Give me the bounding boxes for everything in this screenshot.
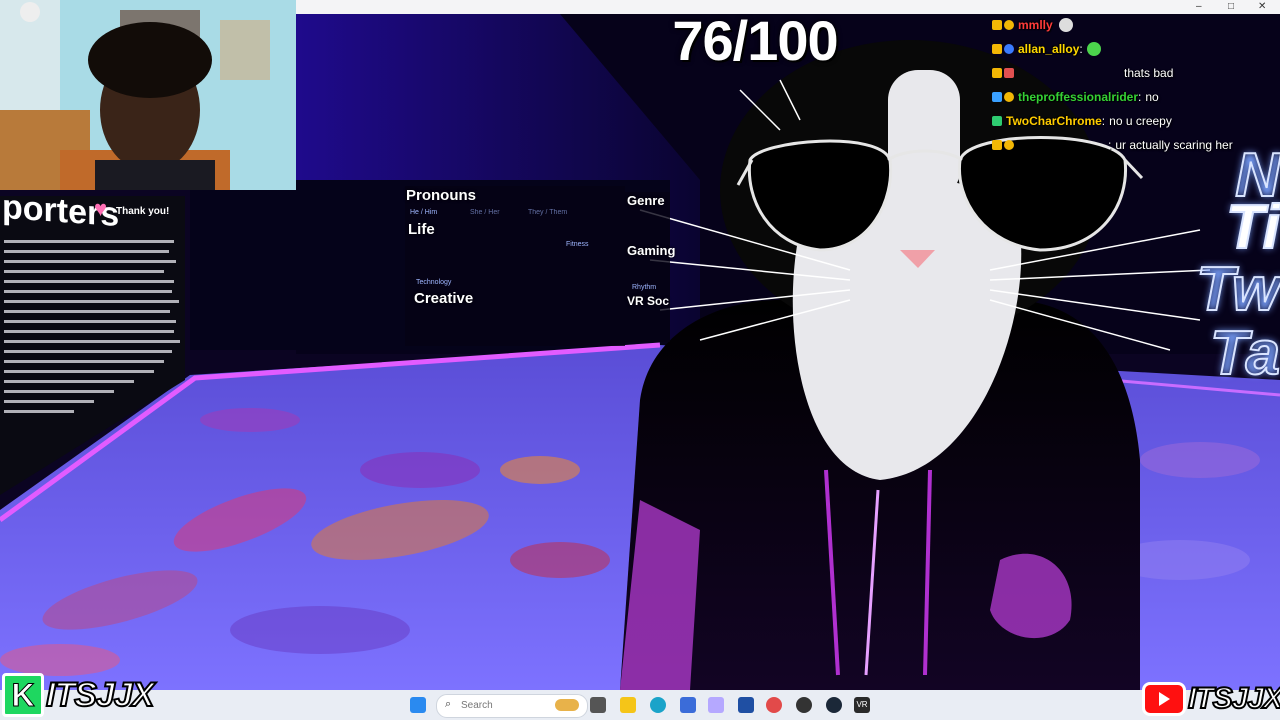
supporters-thank-you: Thank you! <box>116 206 170 217</box>
file-explorer-icon[interactable] <box>620 697 636 713</box>
pronoun-tag: He / Him <box>410 209 438 216</box>
maximize-button[interactable]: □ <box>1228 0 1234 14</box>
channel-name-left: ITSJJX <box>45 675 155 715</box>
gaming-heading: Gaming <box>627 243 676 258</box>
chat-username: allan_alloy <box>1018 42 1080 56</box>
taskbar-search[interactable]: ⌕ Search <box>436 694 588 718</box>
channel-name-right: ITSJJX <box>1187 681 1280 716</box>
chat-text: no u creepy <box>1109 114 1172 128</box>
close-button[interactable]: ✕ <box>1258 0 1266 14</box>
ghost-emote-icon <box>1058 18 1073 32</box>
start-menu-icon[interactable] <box>410 697 426 713</box>
chat-username: theproffessionalrider <box>1018 90 1139 104</box>
chat-badge-icon <box>1004 140 1014 150</box>
channel-logo-left: K ITSJJX <box>2 673 155 717</box>
webcam-overlay <box>0 0 296 190</box>
chat-badge-icon <box>992 20 1002 30</box>
vr-app-icon[interactable]: VR <box>854 697 870 713</box>
chat-message: allan_alloy: <box>992 38 1101 60</box>
chat-badge-icon <box>992 140 1002 150</box>
life-tag: Fitness <box>566 241 589 248</box>
neon-sign-line: Tw <box>1195 254 1280 325</box>
life-heading: Life <box>408 221 435 238</box>
chat-message: thats bad <box>992 62 1173 84</box>
chat-badge-icon <box>1004 92 1014 102</box>
frog-emote-icon <box>1086 42 1101 56</box>
kick-logo-icon: K <box>2 673 44 717</box>
search-icon: ⌕ <box>445 698 452 710</box>
chat-badge-icon <box>1004 68 1014 78</box>
app-icon[interactable] <box>708 697 724 713</box>
store-icon[interactable] <box>738 697 754 713</box>
minimize-button[interactable]: – <box>1196 0 1202 14</box>
chat-badge-icon <box>992 116 1002 126</box>
chat-badge-icon <box>992 68 1002 78</box>
chat-text: no <box>1145 90 1159 104</box>
neon-sign-line: Ta <box>1209 318 1280 389</box>
youtube-logo-icon <box>1142 682 1186 716</box>
chat-badge-icon <box>1004 44 1014 54</box>
chat-text: thats bad <box>1124 66 1174 80</box>
genre-heading: Genre <box>627 193 665 208</box>
chat-text: ur actually scaring her <box>1115 138 1233 152</box>
chat-username: TwoCharChrome <box>1006 114 1102 128</box>
chat-badge-icon <box>992 44 1002 54</box>
life-tag: Technology <box>416 279 452 286</box>
neon-sign-line: Ti <box>1225 192 1280 263</box>
task-view-icon[interactable] <box>590 697 606 713</box>
chat-message: mmlly <box>992 14 1073 36</box>
channel-logo-right: ITSJJX <box>1142 680 1280 718</box>
webcam-feed <box>0 0 296 190</box>
vr-social-heading: VR Soc <box>627 294 670 308</box>
app-icon[interactable] <box>680 697 696 713</box>
search-placeholder: Search <box>461 700 493 711</box>
chat-message: : ur actually scaring her <box>992 134 1233 156</box>
search-highlight-icon <box>555 699 579 711</box>
chrome-icon[interactable] <box>766 697 782 713</box>
creative-heading: Creative <box>414 290 474 307</box>
chat-badge-icon <box>992 92 1002 102</box>
heart-icon: ♥ <box>94 196 108 221</box>
pronoun-tag: She / Her <box>470 209 500 216</box>
chat-badge-icon <box>1004 20 1014 30</box>
chat-username: mmlly <box>1018 18 1053 32</box>
score-counter: 76/100 <box>672 9 838 72</box>
chat-message: theproffessionalrider: no <box>992 86 1159 108</box>
steam-icon[interactable] <box>826 697 842 713</box>
windows-taskbar <box>0 690 1280 720</box>
chat-message: TwoCharChrome: no u creepy <box>992 110 1172 132</box>
edge-browser-icon[interactable] <box>650 697 666 713</box>
obs-icon[interactable] <box>796 697 812 713</box>
gaming-tag: Rhythm <box>632 284 657 291</box>
pronouns-heading: Pronouns <box>406 187 476 204</box>
pronoun-tag: They / Them <box>528 209 568 216</box>
